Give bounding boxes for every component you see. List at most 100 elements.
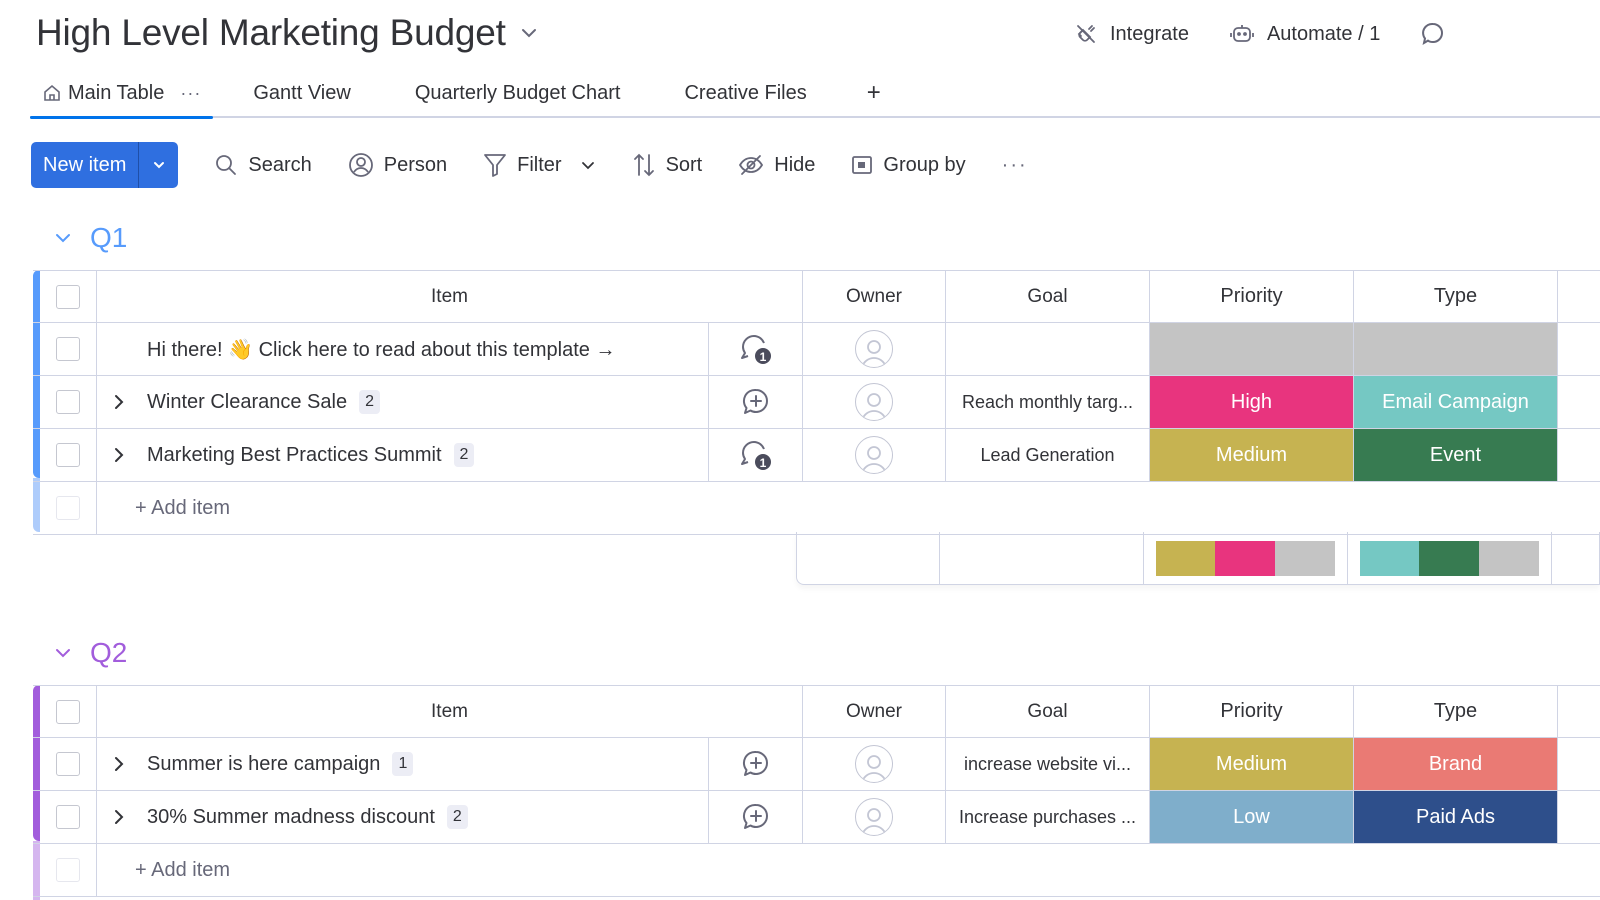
group-title[interactable]: Q2 [90, 637, 127, 669]
distribution-segment-high[interactable] [1215, 540, 1276, 576]
select-all-checkbox[interactable] [56, 284, 80, 309]
chevron-down-icon[interactable] [52, 227, 74, 249]
board-title[interactable]: High Level Marketing Budget [36, 12, 506, 54]
subitems-count-badge[interactable]: 2 [446, 805, 468, 829]
goal-cell[interactable]: Lead Generation [946, 429, 1150, 481]
summary-priority[interactable] [1144, 532, 1348, 584]
tab-main-table[interactable]: Main Table ··· [30, 70, 214, 119]
expand-subitems-icon[interactable] [101, 808, 137, 826]
subitems-count-badge[interactable]: 2 [359, 390, 380, 414]
expand-subitems-icon[interactable] [101, 446, 137, 464]
more-options-button[interactable]: ··· [1002, 154, 1028, 177]
distribution-segment-medium[interactable] [1155, 540, 1216, 576]
column-header-type[interactable]: Type [1354, 686, 1558, 737]
item-name[interactable]: 30% Summer madness discount [147, 806, 435, 829]
item-name[interactable]: Winter Clearance Sale [147, 391, 347, 414]
owner-cell[interactable] [803, 738, 946, 790]
goal-cell[interactable]: increase website vi... [946, 738, 1150, 790]
distribution-segment-empty[interactable] [1479, 540, 1540, 576]
owner-cell[interactable] [803, 376, 946, 428]
updates-cell[interactable] [709, 738, 803, 790]
chevron-down-icon[interactable] [52, 642, 74, 664]
column-header-item[interactable]: Item [97, 686, 803, 737]
avatar[interactable] [855, 798, 893, 836]
type-cell[interactable]: Email Campaign [1354, 376, 1558, 428]
column-header-item[interactable]: Item [97, 271, 803, 322]
type-distribution-bar[interactable] [1359, 540, 1540, 576]
column-header-priority[interactable]: Priority [1150, 271, 1354, 322]
group-title[interactable]: Q1 [90, 222, 127, 254]
item-name[interactable]: Summer is here campaign [147, 753, 380, 776]
hide-button[interactable]: Hide [738, 154, 815, 177]
avatar[interactable] [855, 330, 893, 368]
row-checkbox[interactable] [56, 443, 80, 467]
goal-cell[interactable]: Reach monthly targ... [946, 376, 1150, 428]
group-by-button[interactable]: Group by [851, 154, 966, 177]
table-row[interactable]: Hi there! 👋 Click here to read about thi… [33, 323, 1600, 376]
summary-type[interactable] [1348, 532, 1552, 584]
select-all-checkbox[interactable] [56, 699, 80, 724]
column-header-owner[interactable]: Owner [803, 686, 946, 737]
chevron-down-icon[interactable] [520, 24, 538, 42]
add-view-button[interactable]: + [859, 79, 889, 107]
table-row[interactable]: Winter Clearance Sale 2 Reach monthly ta… [33, 376, 1600, 429]
person-filter-button[interactable]: Person [348, 152, 447, 178]
priority-cell[interactable]: Low [1150, 791, 1354, 843]
item-name[interactable]: Marketing Best Practices Summit [147, 444, 442, 467]
column-header-priority[interactable]: Priority [1150, 686, 1354, 737]
column-header-owner[interactable]: Owner [803, 271, 946, 322]
priority-distribution-bar[interactable] [1155, 540, 1336, 576]
column-header-type[interactable]: Type [1354, 271, 1558, 322]
table-row[interactable]: Summer is here campaign 1 increase websi… [33, 738, 1600, 791]
type-cell[interactable]: Brand [1354, 738, 1558, 790]
owner-cell[interactable] [803, 791, 946, 843]
goal-cell[interactable]: Increase purchases ... [946, 791, 1150, 843]
new-item-dropdown[interactable] [138, 142, 178, 188]
updates-cell[interactable] [709, 376, 803, 428]
column-header-goal[interactable]: Goal [946, 686, 1150, 737]
tab-quarterly-budget-chart[interactable]: Quarterly Budget Chart [403, 70, 633, 116]
new-item-button[interactable]: New item [31, 142, 138, 188]
automate-button[interactable]: Automate / 1 [1229, 22, 1380, 46]
column-header-goal[interactable]: Goal [946, 271, 1150, 322]
updates-cell[interactable]: 1 [709, 323, 803, 375]
row-checkbox[interactable] [56, 390, 80, 414]
row-checkbox[interactable] [56, 805, 80, 829]
type-cell[interactable] [1354, 323, 1558, 375]
owner-cell[interactable] [803, 429, 946, 481]
group-header-q2[interactable]: Q2 [52, 637, 127, 669]
distribution-segment-empty[interactable] [1275, 540, 1336, 576]
add-item-input[interactable]: + Add item [135, 497, 230, 520]
priority-cell[interactable]: Medium [1150, 738, 1354, 790]
priority-cell[interactable] [1150, 323, 1354, 375]
updates-cell[interactable]: 1 [709, 429, 803, 481]
goal-cell[interactable] [946, 323, 1150, 375]
distribution-segment-event[interactable] [1419, 540, 1480, 576]
type-cell[interactable]: Paid Ads [1354, 791, 1558, 843]
item-name[interactable]: Hi there! 👋 Click here to read about thi… [147, 337, 615, 362]
updates-cell[interactable] [709, 791, 803, 843]
integrate-button[interactable]: Integrate [1074, 22, 1189, 46]
subitems-count-badge[interactable]: 1 [392, 752, 414, 776]
tab-creative-files[interactable]: Creative Files [672, 70, 818, 116]
avatar[interactable] [855, 383, 893, 421]
row-checkbox[interactable] [56, 752, 80, 776]
priority-cell[interactable]: High [1150, 376, 1354, 428]
expand-subitems-icon[interactable] [101, 755, 137, 773]
owner-cell[interactable] [803, 323, 946, 375]
priority-cell[interactable]: Medium [1150, 429, 1354, 481]
add-item-input[interactable]: + Add item [135, 859, 230, 882]
updates-button[interactable] [1420, 21, 1446, 47]
row-checkbox[interactable] [56, 337, 80, 361]
table-row[interactable]: 30% Summer madness discount 2 Increase p… [33, 791, 1600, 844]
avatar[interactable] [855, 436, 893, 474]
group-header-q1[interactable]: Q1 [52, 222, 127, 254]
search-button[interactable]: Search [214, 153, 312, 177]
expand-subitems-icon[interactable] [101, 393, 137, 411]
sort-button[interactable]: Sort [632, 152, 702, 178]
subitems-count-badge[interactable]: 2 [453, 443, 475, 467]
tab-gantt-view[interactable]: Gantt View [241, 70, 362, 116]
avatar[interactable] [855, 745, 893, 783]
distribution-segment-email-campaign[interactable] [1359, 540, 1420, 576]
filter-dropdown[interactable] [580, 157, 596, 173]
